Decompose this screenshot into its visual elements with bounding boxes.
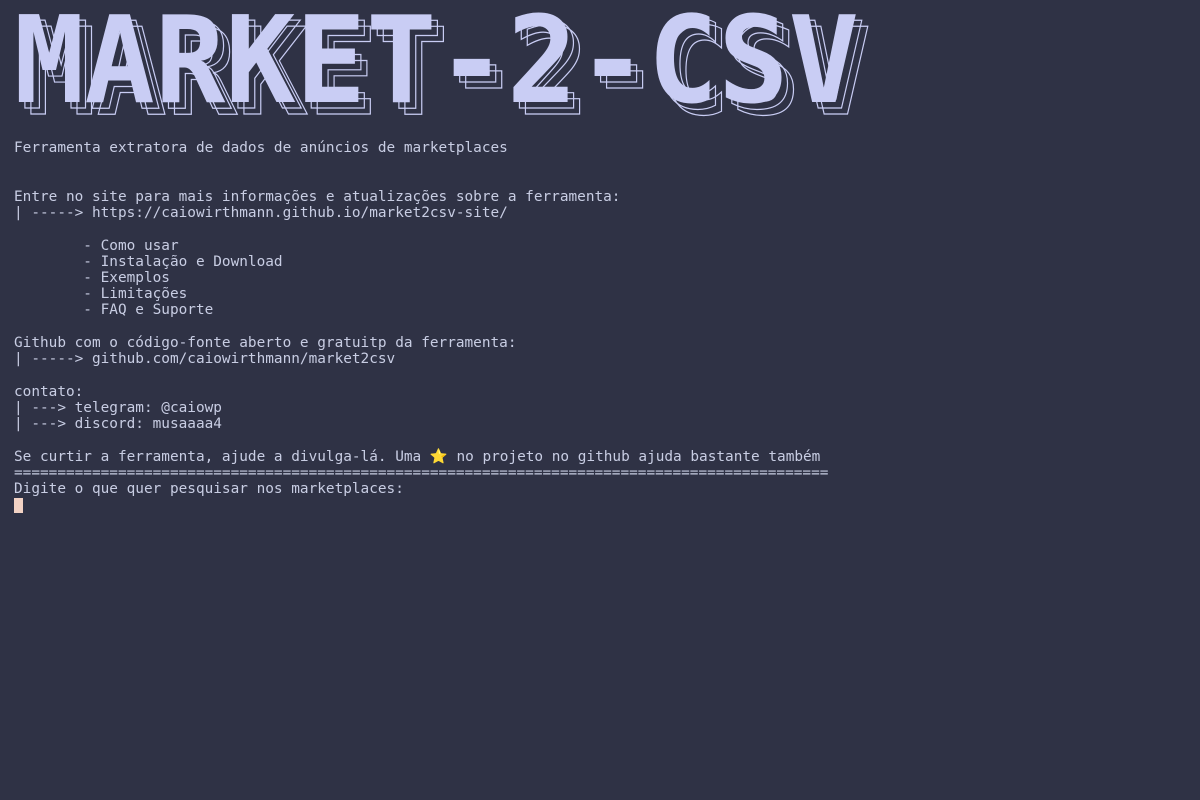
star-icon: ⭐ <box>429 449 448 465</box>
terminal-window[interactable]: MARKET-2-CSV MARKET-2-CSV MARKET-2-CSV F… <box>0 0 1200 800</box>
contact-discord: | ---> discord: musaaaa4 <box>14 416 222 432</box>
contact-telegram: | ---> telegram: @caiowp <box>14 400 222 416</box>
github-intro-text: Github com o código-fonte aberto e gratu… <box>14 335 517 351</box>
site-item-instalacao: - Instalação e Download <box>14 254 283 270</box>
subtitle-text: Ferramenta extratora de dados de anúncio… <box>14 140 508 156</box>
site-item-exemplos: - Exemplos <box>14 270 170 286</box>
ascii-banner: MARKET-2-CSV MARKET-2-CSV MARKET-2-CSV <box>14 0 872 130</box>
site-item-como-usar: - Como usar <box>14 238 179 254</box>
site-item-limitacoes: - Limitações <box>14 286 188 302</box>
site-item-faq: - FAQ e Suporte <box>14 302 214 318</box>
search-prompt: Digite o que quer pesquisar nos marketpl… <box>14 481 404 497</box>
contact-label: contato: <box>14 384 84 400</box>
banner-text: MARKET-2-CSV <box>14 0 859 130</box>
separator-line: ========================================… <box>14 465 829 481</box>
support-message: Se curtir a ferramenta, ajude a divulga-… <box>14 449 820 465</box>
support-text-before: Se curtir a ferramenta, ajude a divulga-… <box>14 449 430 465</box>
support-text-after: no projeto no github ajuda bastante tamb… <box>447 449 821 465</box>
site-intro-text: Entre no site para mais informações e at… <box>14 189 621 205</box>
site-link[interactable]: | -----> https://caiowirthmann.github.io… <box>14 205 508 221</box>
input-cursor[interactable] <box>14 498 23 513</box>
github-link[interactable]: | -----> github.com/caiowirthmann/market… <box>14 351 395 367</box>
